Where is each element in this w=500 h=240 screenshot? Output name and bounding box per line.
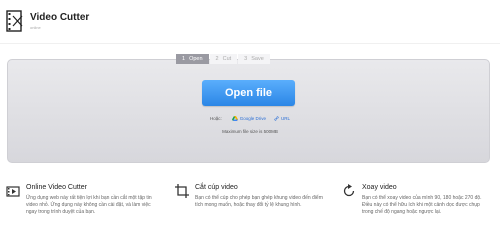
link-icon <box>274 115 279 121</box>
google-drive-link[interactable]: Google Drive <box>231 115 267 121</box>
film-scissors-icon <box>6 10 23 32</box>
feature-title: Cắt cúp video <box>195 184 238 191</box>
rotate-icon <box>343 184 355 197</box>
app-header: Video Cutter online <box>0 0 500 44</box>
feature-description: Ứng dụng web này rất tiện lợi khi bạn cầ… <box>26 195 152 215</box>
google-drive-label: Google Drive <box>239 115 267 121</box>
step-tabs: 1 Open 2 Cut 3 Save <box>176 54 271 64</box>
app-subtitle: online <box>30 25 41 30</box>
source-options: Hoặc: Google Drive URL <box>210 114 290 122</box>
video-camera-icon <box>6 186 20 197</box>
feature-description: Bạn có thể xoay video của mình 90, 180 h… <box>362 195 482 215</box>
step-label: Open <box>189 56 203 62</box>
url-link[interactable]: URL <box>274 116 290 121</box>
step-save[interactable]: 3 Save <box>238 54 270 64</box>
max-file-size-note: Maximum file size is 500MB <box>222 129 278 134</box>
step-number: 3 <box>244 56 248 62</box>
step-number: 2 <box>215 56 219 62</box>
step-number: 1 <box>182 56 186 62</box>
feature-title: Xoay video <box>362 184 397 191</box>
feature-description: Bạn có thể cúp cho phép bạn ghép khung v… <box>195 195 323 208</box>
app-title: Video Cutter <box>30 12 90 23</box>
feature-title: Online Video Cutter <box>26 184 87 191</box>
step-cut[interactable]: 2 Cut <box>209 54 238 64</box>
step-open[interactable]: 1 Open <box>176 54 209 64</box>
step-label: Save <box>251 56 264 62</box>
step-label: Cut <box>222 56 232 62</box>
upload-panel <box>7 59 490 163</box>
crop-icon <box>175 184 189 198</box>
url-label: URL <box>281 115 291 121</box>
source-label: Hoặc: <box>210 115 222 121</box>
google-drive-icon <box>231 115 238 121</box>
open-file-button[interactable]: Open file <box>202 80 295 106</box>
